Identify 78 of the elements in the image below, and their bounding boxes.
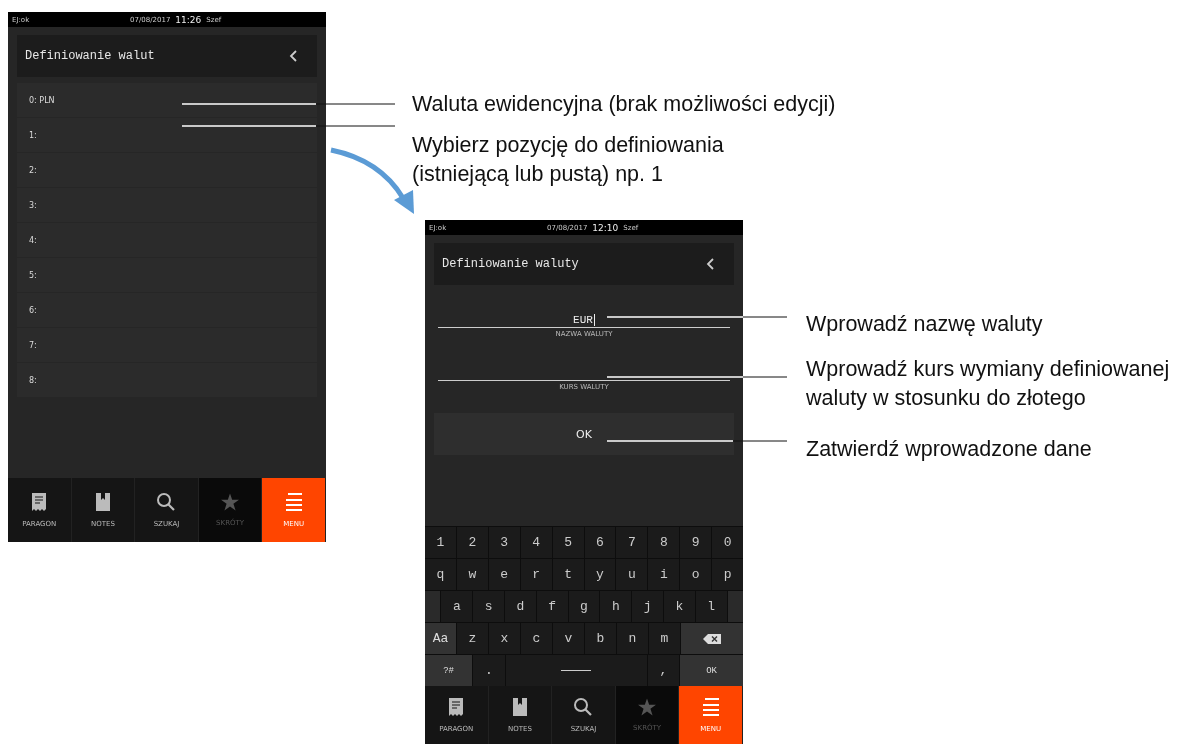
- keyboard-key[interactable]: 8: [648, 527, 680, 558]
- list-item[interactable]: 8:: [17, 363, 317, 397]
- keyboard-key[interactable]: 2: [456, 527, 488, 558]
- list-item[interactable]: 2:: [17, 153, 317, 187]
- star-icon: [221, 493, 240, 511]
- keyboard-key[interactable]: h: [600, 591, 632, 622]
- annotation-text: Wybierz pozycję do definiowania (istniejącą lub pustą) np. 1: [412, 132, 724, 188]
- keyboard-key[interactable]: 9: [680, 527, 712, 558]
- list-item[interactable]: 1:: [17, 118, 317, 152]
- receipt-icon: [31, 492, 48, 512]
- backspace-key[interactable]: [681, 623, 743, 654]
- keyboard-key[interactable]: i: [648, 559, 680, 590]
- keyboard-key[interactable]: m: [649, 623, 680, 654]
- keyboard-key[interactable]: r: [520, 559, 552, 590]
- backspace-icon: [703, 633, 721, 644]
- keyboard-key[interactable]: j: [632, 591, 663, 622]
- keyboard-key[interactable]: w: [456, 559, 488, 590]
- keyboard-key[interactable]: z: [457, 623, 488, 654]
- status-time: 11:26: [175, 14, 202, 25]
- keyboard-key[interactable]: q: [425, 559, 456, 590]
- keyboard-filler: [425, 591, 441, 622]
- keyboard-key[interactable]: 5: [552, 527, 584, 558]
- shift-key[interactable]: Aa: [425, 623, 456, 654]
- keyboard-key[interactable]: 0: [712, 527, 743, 558]
- status-time: 12:10: [592, 222, 619, 233]
- list-item[interactable]: 0: PLN: [17, 83, 317, 117]
- star-icon: [638, 698, 657, 716]
- search-icon: [156, 492, 177, 512]
- search-icon: [573, 697, 594, 717]
- keyboard-key[interactable]: e: [488, 559, 520, 590]
- back-icon[interactable]: [289, 50, 297, 62]
- keyboard-key[interactable]: k: [664, 591, 695, 622]
- keyboard-key[interactable]: 4: [520, 527, 552, 558]
- keyboard-key[interactable]: 6: [584, 527, 616, 558]
- list-item[interactable]: 5:: [17, 258, 317, 292]
- list-item[interactable]: 4:: [17, 223, 317, 257]
- list-item[interactable]: 7:: [17, 328, 317, 362]
- keyboard-key[interactable]: g: [568, 591, 600, 622]
- ok-button[interactable]: OK: [434, 413, 734, 455]
- menu-icon: [283, 492, 304, 512]
- annotation-text: Zatwierdź wprowadzone dane: [806, 436, 1092, 463]
- back-icon[interactable]: [706, 258, 714, 270]
- keyboard-filler: [727, 591, 743, 622]
- annotation-text: Wprowadź kurs wymiany definiowanej waluty w stosunku do złotego: [806, 356, 1170, 412]
- keyboard-key[interactable]: c: [521, 623, 552, 654]
- keyboard-key[interactable]: p: [712, 559, 743, 590]
- keyboard-key[interactable]: 1: [425, 527, 456, 558]
- keyboard-key[interactable]: .: [473, 655, 505, 686]
- keyboard-key[interactable]: t: [552, 559, 584, 590]
- list-item[interactable]: 6:: [17, 293, 317, 327]
- keyboard-key[interactable]: b: [585, 623, 616, 654]
- keyboard-key[interactable]: n: [617, 623, 648, 654]
- keyboard-key[interactable]: o: [680, 559, 712, 590]
- keyboard-key[interactable]: y: [584, 559, 616, 590]
- symbols-key[interactable]: ?#: [425, 655, 473, 686]
- list-item[interactable]: 3:: [17, 188, 317, 222]
- annotation-text: Waluta ewidencyjna (brak możliwości edycji): [412, 91, 836, 118]
- screen-title: Definiowanie walut: [25, 49, 155, 63]
- text-cursor: [593, 314, 595, 326]
- keyboard-key[interactable]: f: [536, 591, 568, 622]
- annotation-text: Wprowadź nazwę waluty: [806, 311, 1043, 338]
- menu-icon: [700, 697, 721, 717]
- keyboard-key[interactable]: a: [441, 591, 473, 622]
- keyboard-key[interactable]: v: [553, 623, 584, 654]
- keyboard-key[interactable]: 3: [488, 527, 520, 558]
- receipt-icon: [448, 697, 465, 717]
- keyboard-key[interactable]: l: [695, 591, 727, 622]
- keyboard-key[interactable]: 7: [616, 527, 648, 558]
- book-icon: [94, 492, 111, 512]
- input-field[interactable]: EUR: [438, 307, 730, 328]
- keyboard-key[interactable]: u: [616, 559, 648, 590]
- keyboard-key[interactable]: d: [505, 591, 536, 622]
- keyboard-key[interactable]: x: [489, 623, 520, 654]
- screen-title: Definiowanie waluty: [442, 257, 579, 271]
- enter-key[interactable]: OK: [680, 655, 743, 686]
- keyboard-key[interactable]: ,: [647, 655, 680, 686]
- keyboard-key[interactable]: s: [473, 591, 504, 622]
- book-icon: [511, 697, 528, 717]
